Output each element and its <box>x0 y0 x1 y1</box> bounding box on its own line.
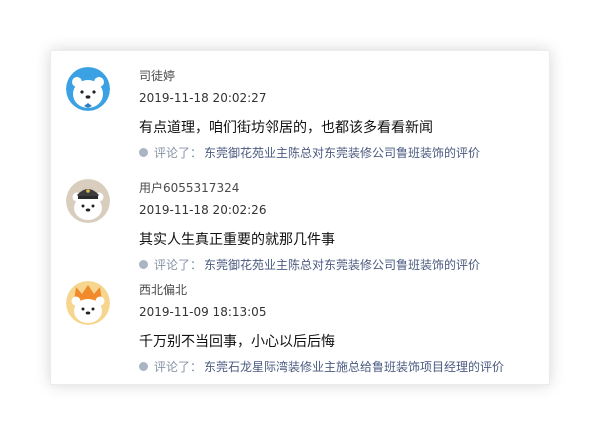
user-avatar[interactable] <box>66 67 110 111</box>
comment-reference: 评论了： 东莞石龙星际湾装修业主施总给鲁班装饰项目经理的评价 <box>139 358 504 375</box>
bear-avatar-captain-icon <box>66 179 110 223</box>
comment-content: 其实人生真正重要的就那几件事 <box>139 232 335 248</box>
comment-time: 2019-11-09 18:13:05 <box>139 305 267 319</box>
comment-username[interactable]: 用户6055317324 <box>139 179 239 196</box>
bullet-dot-icon <box>139 362 148 371</box>
comment-time: 2019-11-18 20:02:26 <box>139 203 267 217</box>
user-avatar[interactable] <box>66 281 110 325</box>
bear-avatar-king-icon <box>66 281 110 325</box>
comment-content: 千万别不当回事，小心以后后悔 <box>139 334 335 350</box>
reference-link[interactable]: 东莞石龙星际湾装修业主施总给鲁班装饰项目经理的评价 <box>204 358 504 375</box>
reference-prefix: 评论了： <box>154 146 203 160</box>
comment-username[interactable]: 西北偏北 <box>139 281 187 298</box>
comment-item: 司徒婷 2019-11-18 20:02:27 有点道理，咱们街坊邻居的，也都该… <box>51 61 549 169</box>
comment-content: 有点道理，咱们街坊邻居的，也都该多看看新闻 <box>139 120 433 136</box>
comment-reference: 评论了： 东莞御花苑业主陈总对东莞装修公司鲁班装饰的评价 <box>139 144 480 161</box>
user-avatar[interactable] <box>66 179 110 223</box>
comment-reference: 评论了： 东莞御花苑业主陈总对东莞装修公司鲁班装饰的评价 <box>139 256 480 273</box>
page: 司徒婷 2019-11-18 20:02:27 有点道理，咱们街坊邻居的，也都该… <box>0 0 600 439</box>
reference-prefix: 评论了： <box>154 258 203 272</box>
comment-item: 西北偏北 2019-11-09 18:13:05 千万别不当回事，小心以后后悔 … <box>51 275 549 383</box>
reference-link[interactable]: 东莞御花苑业主陈总对东莞装修公司鲁班装饰的评价 <box>204 144 480 161</box>
bullet-dot-icon <box>139 148 148 157</box>
reference-prefix: 评论了： <box>154 360 203 374</box>
reference-link[interactable]: 东莞御花苑业主陈总对东莞装修公司鲁班装饰的评价 <box>204 256 480 273</box>
comment-time: 2019-11-18 20:02:27 <box>139 91 267 105</box>
comment-item: 用户6055317324 2019-11-18 20:02:26 其实人生真正重… <box>51 173 549 281</box>
comment-username[interactable]: 司徒婷 <box>139 67 175 84</box>
bullet-dot-icon <box>139 260 148 269</box>
comment-list-card: 司徒婷 2019-11-18 20:02:27 有点道理，咱们街坊邻居的，也都该… <box>50 50 550 385</box>
bear-avatar-blue-icon <box>66 67 110 111</box>
